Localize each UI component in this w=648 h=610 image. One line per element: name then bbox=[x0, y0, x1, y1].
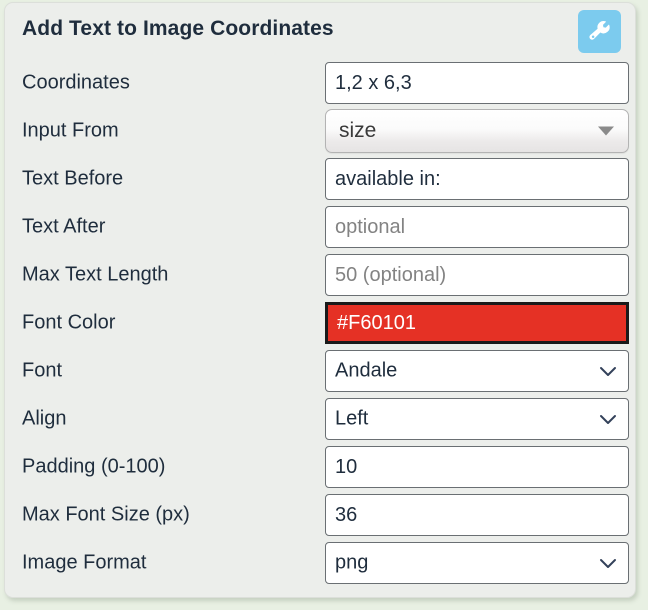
input-from-select[interactable]: size bbox=[325, 109, 629, 153]
image-format-value: png bbox=[335, 551, 369, 574]
field-font-color bbox=[325, 302, 629, 344]
label-text-after: Text After bbox=[22, 215, 106, 238]
row-max-font-size: Max Font Size (px) bbox=[5, 491, 635, 539]
max-text-length-input[interactable] bbox=[325, 254, 629, 296]
row-text-before: Text Before bbox=[5, 155, 635, 203]
row-font-color: Font Color bbox=[5, 299, 635, 347]
max-font-size-input[interactable] bbox=[325, 494, 629, 536]
label-text-before: Text Before bbox=[22, 167, 124, 190]
row-coordinates: Coordinates bbox=[5, 59, 635, 107]
text-after-input[interactable] bbox=[325, 206, 629, 248]
font-select[interactable]: Andale bbox=[325, 350, 629, 392]
chevron-down-icon bbox=[599, 557, 617, 569]
label-font-color: Font Color bbox=[22, 311, 116, 334]
coordinates-input[interactable] bbox=[325, 62, 629, 104]
label-max-font-size: Max Font Size (px) bbox=[22, 503, 190, 526]
text-before-input[interactable] bbox=[325, 158, 629, 200]
field-text-after bbox=[325, 206, 629, 248]
field-text-before bbox=[325, 158, 629, 200]
panel-header: Add Text to Image Coordinates bbox=[5, 3, 635, 59]
field-font: Andale bbox=[325, 350, 629, 392]
label-coordinates: Coordinates bbox=[22, 71, 130, 94]
field-input-from: size bbox=[325, 109, 629, 153]
label-font: Font bbox=[22, 359, 63, 382]
input-from-value: size bbox=[339, 119, 377, 142]
label-max-text-length: Max Text Length bbox=[22, 263, 169, 286]
font-color-input[interactable] bbox=[325, 302, 629, 344]
wrench-icon bbox=[588, 20, 612, 44]
row-image-format: Image Format png bbox=[5, 539, 635, 587]
label-image-format: Image Format bbox=[22, 551, 147, 574]
font-value: Andale bbox=[335, 359, 398, 382]
page-title: Add Text to Image Coordinates bbox=[22, 17, 334, 40]
align-select[interactable]: Left bbox=[325, 398, 629, 440]
row-padding: Padding (0-100) bbox=[5, 443, 635, 491]
add-text-panel: Add Text to Image Coordinates Coordinate… bbox=[4, 2, 636, 598]
field-max-text-length bbox=[325, 254, 629, 296]
chevron-down-icon bbox=[599, 413, 617, 425]
row-max-text-length: Max Text Length bbox=[5, 251, 635, 299]
chevron-down-icon bbox=[599, 365, 617, 377]
row-font: Font Andale bbox=[5, 347, 635, 395]
field-coordinates bbox=[325, 62, 629, 104]
label-padding: Padding (0-100) bbox=[22, 455, 166, 478]
settings-form: Coordinates Input From size Text Before bbox=[5, 59, 635, 587]
field-max-font-size bbox=[325, 494, 629, 536]
settings-tool-button[interactable] bbox=[578, 10, 621, 53]
padding-input[interactable] bbox=[325, 446, 629, 488]
row-align: Align Left bbox=[5, 395, 635, 443]
triangle-down-icon bbox=[598, 126, 614, 136]
field-align: Left bbox=[325, 398, 629, 440]
image-format-select[interactable]: png bbox=[325, 542, 629, 584]
field-padding bbox=[325, 446, 629, 488]
label-input-from: Input From bbox=[22, 119, 119, 142]
align-value: Left bbox=[335, 407, 369, 430]
row-input-from: Input From size bbox=[5, 107, 635, 155]
row-text-after: Text After bbox=[5, 203, 635, 251]
field-image-format: png bbox=[325, 542, 629, 584]
label-align: Align bbox=[22, 407, 67, 430]
